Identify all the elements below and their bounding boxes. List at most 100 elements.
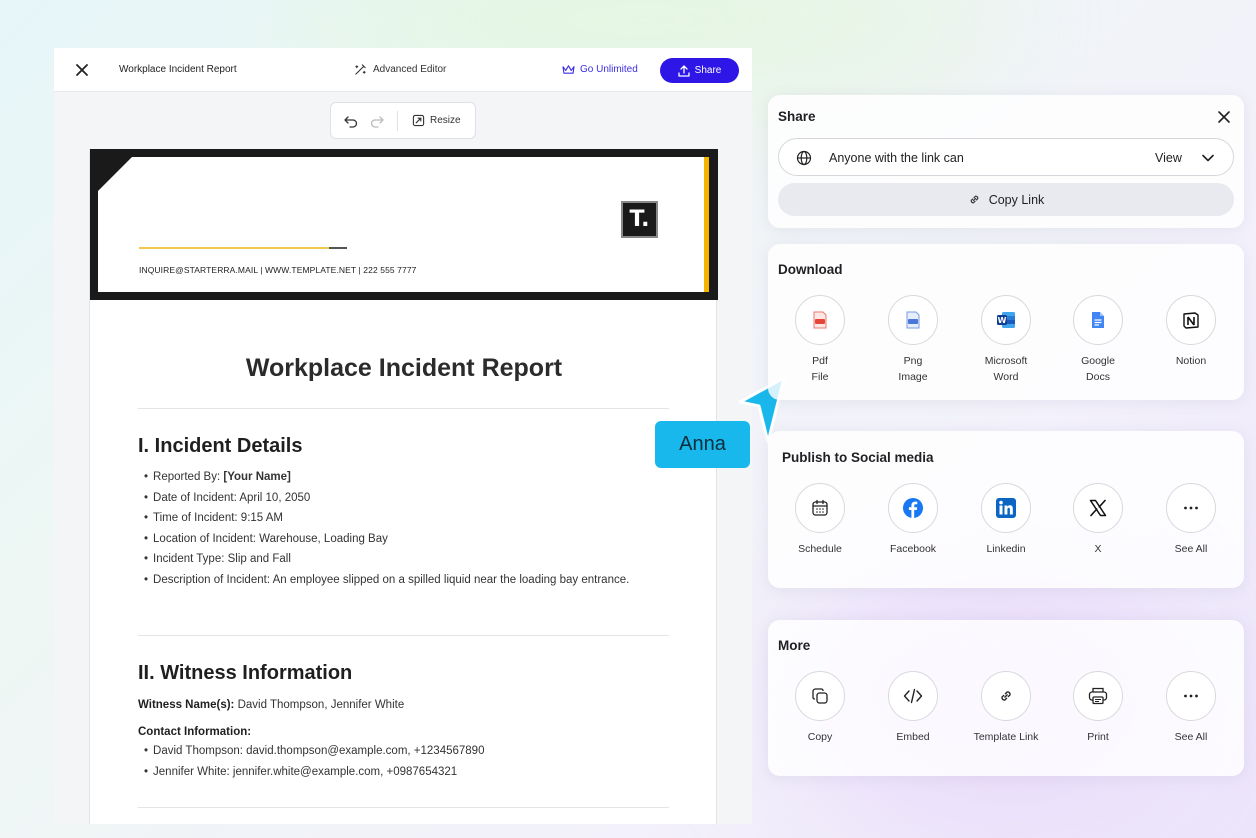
upload-icon — [678, 64, 690, 77]
section-heading-incident-details: I. Incident Details — [138, 435, 303, 457]
list-item: Date of Incident: April 10, 2050 — [144, 488, 644, 509]
document-title: Workplace Incident Report — [245, 354, 563, 382]
icon-circle — [1166, 671, 1216, 721]
contact-line: INQUIRE@STARTERRA.MAIL | WWW.TEMPLATE.NE… — [139, 265, 417, 275]
list-item: Reported By: [Your Name] — [144, 467, 644, 488]
advanced-editor-button[interactable]: Advanced Editor — [354, 63, 446, 76]
globe-icon — [796, 150, 812, 166]
permission-value: View — [1155, 151, 1182, 165]
more-panel: More Copy Embed Template Link Print See … — [768, 620, 1244, 776]
edit-toolbar: Resize — [330, 102, 476, 139]
download-panel-title: Download — [778, 262, 843, 277]
witness-label: Witness Name(s): — [138, 699, 235, 711]
embed-button[interactable]: Embed — [868, 671, 958, 745]
copy-icon — [812, 688, 828, 704]
icon-circle — [981, 671, 1031, 721]
microsoft-word-icon: W — [997, 312, 1015, 328]
social-label: See All — [1174, 543, 1208, 555]
x-icon — [1089, 499, 1107, 517]
resize-button[interactable]: Resize — [412, 114, 461, 127]
download-png-button[interactable]: Png Image — [868, 295, 958, 385]
download-google-docs-button[interactable]: Google Docs — [1053, 295, 1143, 385]
icon-circle — [888, 295, 938, 345]
more-label: See All — [1174, 731, 1208, 743]
download-pdf-button[interactable]: Pdf File — [775, 295, 865, 385]
document-page[interactable]: T. INQUIRE@STARTERRA.MAIL | WWW.TEMPLATE… — [89, 149, 718, 824]
collaborator-name-tag: Anna — [655, 421, 750, 468]
witness-value: David Thompson, Jennifer White — [234, 699, 405, 711]
download-label: Pdf File — [811, 355, 829, 383]
toolbar-divider — [397, 110, 398, 131]
document-editor: Workplace Incident Report Advanced Edito… — [54, 48, 752, 824]
document-name[interactable]: Workplace Incident Report — [119, 64, 237, 75]
section-divider — [138, 408, 669, 409]
share-panel: Share Anyone with the link can View Copy… — [768, 95, 1244, 228]
download-notion-button[interactable]: Notion — [1146, 295, 1236, 369]
template-link-button[interactable]: Template Link — [961, 671, 1051, 745]
document-header-panel: T. INQUIRE@STARTERRA.MAIL | WWW.TEMPLATE… — [98, 157, 709, 292]
copy-link-button[interactable]: Copy Link — [778, 183, 1234, 216]
download-label: Png Image — [898, 355, 928, 383]
list-item: Description of Incident: An employee sli… — [144, 570, 644, 591]
section-heading-witness-information: II. Witness Information — [138, 662, 353, 684]
crown-icon — [562, 65, 575, 74]
facebook-icon — [903, 498, 923, 518]
svg-text:W: W — [998, 316, 1007, 325]
close-icon[interactable] — [1216, 109, 1232, 125]
header-accent-bar — [704, 157, 709, 292]
incident-details-list: Reported By: [Your Name] Date of Inciden… — [144, 467, 644, 591]
print-button[interactable]: Print — [1053, 671, 1143, 745]
document-header: T. INQUIRE@STARTERRA.MAIL | WWW.TEMPLATE… — [90, 149, 718, 300]
magic-wand-icon — [355, 64, 366, 75]
png-image-icon — [906, 311, 920, 329]
google-docs-icon — [1092, 312, 1104, 328]
section-divider — [138, 635, 669, 636]
more-label: Print — [1087, 731, 1109, 743]
icon-circle — [1073, 295, 1123, 345]
editor-top-bar: Workplace Incident Report Advanced Edito… — [54, 48, 752, 92]
see-all-social-button[interactable]: See All — [1146, 483, 1236, 557]
advanced-editor-label: Advanced Editor — [373, 64, 447, 75]
icon-circle — [795, 483, 845, 533]
icon-circle — [1073, 483, 1123, 533]
resize-icon — [412, 114, 425, 127]
link-icon — [970, 195, 979, 204]
list-item: Jennifer White: jennifer.white@example.c… — [144, 762, 644, 783]
contact-information-label: Contact Information: — [138, 726, 252, 738]
print-icon — [1088, 687, 1108, 705]
x-button[interactable]: X — [1053, 483, 1143, 557]
share-label: Share — [694, 65, 722, 76]
icon-circle — [1073, 671, 1123, 721]
social-label: Linkedin — [986, 543, 1026, 555]
see-all-more-button[interactable]: See All — [1146, 671, 1236, 745]
go-unlimited-button[interactable]: Go Unlimited — [562, 64, 638, 75]
link-access-label: Anyone with the link can — [829, 151, 964, 165]
more-panel-title: More — [778, 638, 811, 653]
list-item: Location of Incident: Warehouse, Loading… — [144, 529, 644, 550]
download-word-button[interactable]: W Microsoft Word — [961, 295, 1051, 385]
social-label: Schedule — [798, 543, 842, 555]
social-media-panel: Publish to Social media Schedule Faceboo — [768, 431, 1244, 588]
redo-icon[interactable] — [369, 113, 385, 129]
list-item: Time of Incident: 9:15 AM — [144, 508, 644, 529]
link-access-select[interactable]: Anyone with the link can View — [778, 138, 1234, 176]
link-icon — [1001, 691, 1011, 701]
icon-circle — [795, 671, 845, 721]
linkedin-button[interactable]: Linkedin — [961, 483, 1051, 557]
share-panel-title: Share — [778, 109, 816, 124]
download-label: Notion — [1175, 355, 1207, 367]
facebook-button[interactable]: Facebook — [868, 483, 958, 557]
embed-icon — [903, 688, 923, 704]
icon-circle: W — [981, 295, 1031, 345]
share-button[interactable]: Share — [660, 58, 739, 83]
close-icon[interactable] — [74, 62, 90, 78]
pdf-file-icon — [813, 311, 827, 329]
social-label: Facebook — [889, 543, 937, 555]
undo-icon[interactable] — [343, 113, 359, 129]
copy-button[interactable]: Copy — [775, 671, 865, 745]
resize-label: Resize — [430, 115, 461, 126]
list-item: Incident Type: Slip and Fall — [144, 549, 644, 570]
schedule-button[interactable]: Schedule — [775, 483, 865, 557]
copy-link-label: Copy Link — [988, 192, 1045, 207]
header-divider-yellow — [139, 247, 329, 249]
